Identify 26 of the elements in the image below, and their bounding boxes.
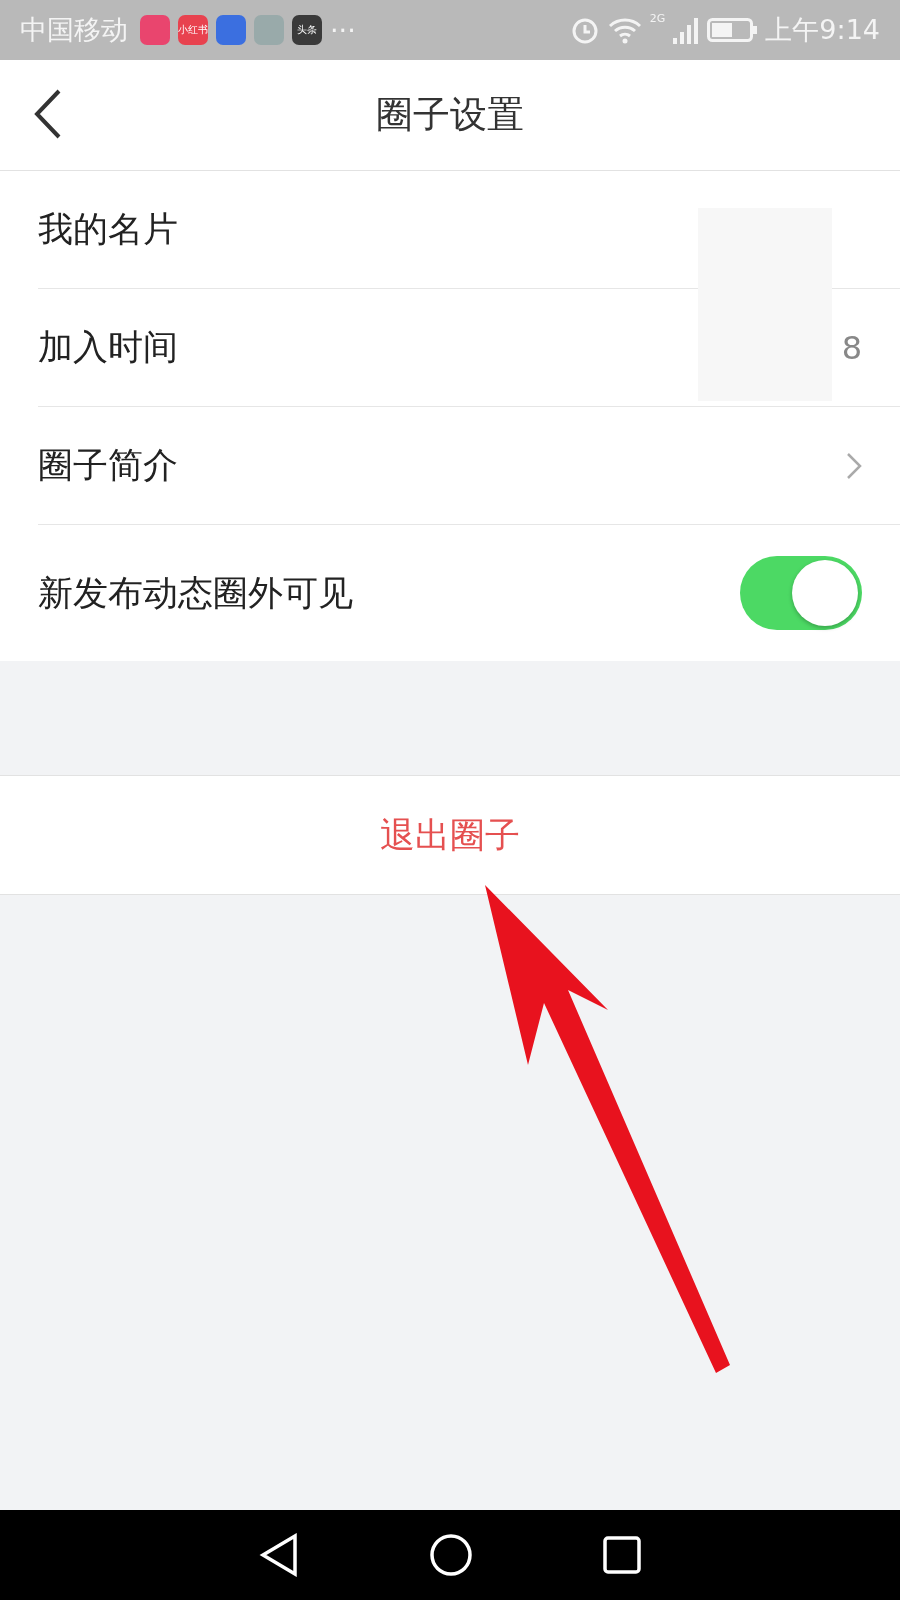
row-label: 圈子简介 — [38, 444, 179, 487]
square-recents-icon — [603, 1536, 641, 1574]
chevron-right-icon — [846, 451, 862, 480]
battery-icon — [707, 18, 758, 42]
circle-home-icon — [429, 1533, 473, 1577]
app-icon: 小红书 — [178, 15, 208, 45]
row-label: 我的名片 — [38, 208, 179, 251]
wifi-icon — [607, 16, 642, 44]
app-icon: 头条 — [292, 15, 322, 45]
settings-row[interactable]: 新发布动态圈外可见 — [38, 525, 900, 661]
exit-button[interactable]: 退出圈子 — [0, 775, 900, 895]
row-label: 新发布动态圈外可见 — [38, 571, 354, 615]
settings-row[interactable]: 圈子简介 — [38, 407, 900, 525]
clock-time: 上午9:14 — [765, 13, 880, 47]
signal-icon — [673, 16, 700, 44]
page-title: 圈子设置 — [376, 92, 524, 138]
row-label: 加入时间 — [38, 326, 179, 369]
home-nav-button[interactable] — [429, 1533, 473, 1577]
triangle-back-icon — [259, 1533, 299, 1577]
row-value: 8 — [841, 328, 862, 367]
carrier-name: 中国移动 — [20, 13, 128, 47]
network-type: 2G — [649, 12, 666, 25]
more-notifications: ··· — [330, 14, 356, 46]
back-nav-button[interactable] — [259, 1533, 299, 1577]
recents-nav-button[interactable] — [603, 1536, 641, 1574]
back-icon — [34, 89, 62, 139]
